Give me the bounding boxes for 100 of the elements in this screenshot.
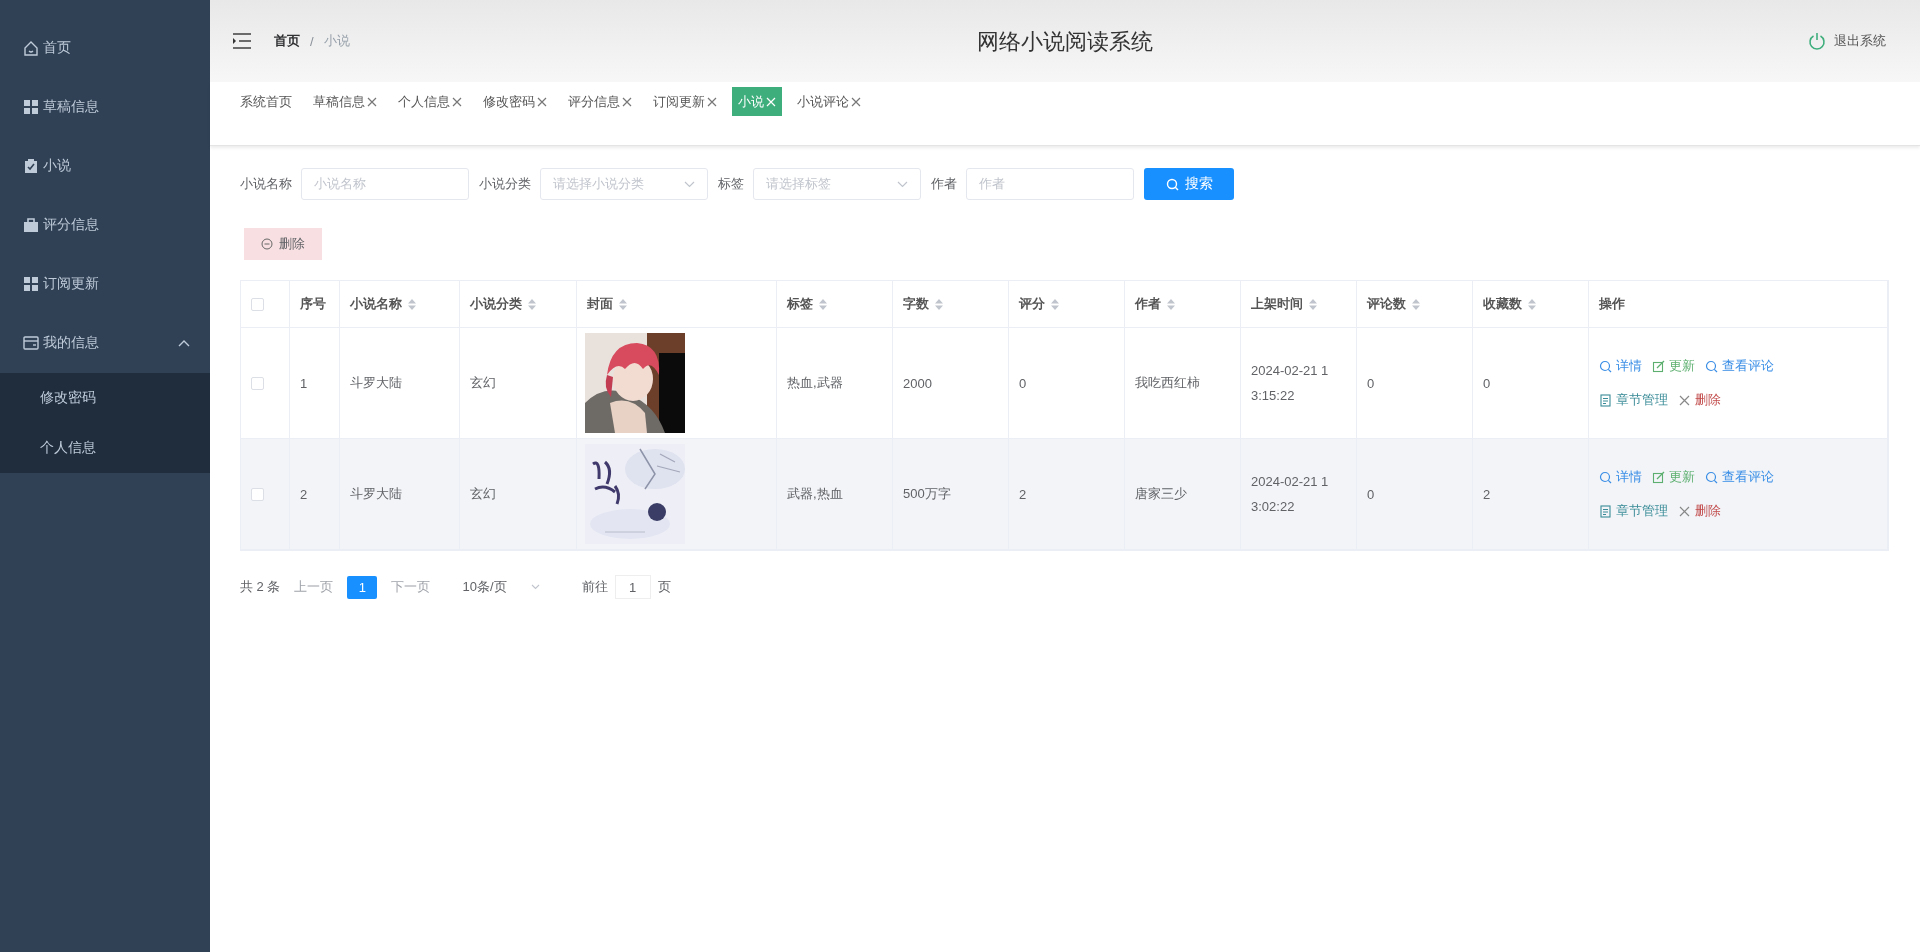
table-cell: 0 <box>1367 375 1375 391</box>
checkbox[interactable] <box>251 297 264 311</box>
total-count: 共 2 条 <box>240 578 281 596</box>
home-icon <box>23 40 39 56</box>
close-icon[interactable] <box>537 96 547 107</box>
action-link[interactable]: 删除 <box>1678 502 1721 520</box>
column-header[interactable]: 小说分类 <box>470 295 522 313</box>
search-icon <box>1705 470 1718 484</box>
table-cell-text: 2024-02-21 13:02:22 <box>1251 473 1330 516</box>
checkbox[interactable] <box>251 487 264 501</box>
column-header[interactable]: 小说名称 <box>350 295 402 313</box>
action-link[interactable]: 删除 <box>1678 391 1721 409</box>
page-size-select[interactable]: 10条/页 <box>456 573 546 601</box>
action-link[interactable]: 章节管理 <box>1599 391 1668 409</box>
table-cell: 斗罗大陆 <box>350 485 402 503</box>
page-input[interactable]: 1 <box>614 575 651 599</box>
sort-icon[interactable] <box>1167 298 1175 310</box>
table-cell: 2 <box>1483 486 1491 502</box>
tab[interactable]: 草稿信息 <box>307 87 383 116</box>
close-icon[interactable] <box>622 96 632 107</box>
table-cell: 1 <box>300 375 308 391</box>
column-header[interactable]: 收藏数 <box>1483 295 1522 313</box>
column-header[interactable]: 评论数 <box>1367 295 1406 313</box>
table-cell: 我吃西红柿 <box>1135 374 1200 392</box>
column-header[interactable]: 标签 <box>787 295 813 313</box>
sidebar-item[interactable]: 评分信息 <box>0 195 210 255</box>
search-icon <box>1599 359 1612 373</box>
column-header: 序号 <box>300 295 326 313</box>
table-cell: 玄幻 <box>470 374 496 392</box>
table-cell: 0 <box>1019 375 1027 391</box>
sidebar-subitem[interactable]: 个人信息 <box>0 423 210 473</box>
action-link[interactable]: 章节管理 <box>1599 502 1668 520</box>
chevron-icon <box>897 180 908 188</box>
column-header[interactable]: 封面 <box>587 295 613 313</box>
table-cell: 0 <box>1483 375 1491 391</box>
action-link[interactable]: 查看评论 <box>1705 357 1774 375</box>
table-row[interactable]: 1 斗罗大陆 玄幻 热血,武器 2000 0 我吃西红柿 2024-02-21 13:15:22 0 0 详情 更新 查看评论 章节管理 删除 <box>241 328 1888 439</box>
power-icon <box>1808 32 1826 50</box>
sidebar-item[interactable]: 我的信息 <box>0 313 210 373</box>
edit-icon <box>1652 470 1665 484</box>
sort-icon[interactable] <box>1051 298 1059 310</box>
tab[interactable]: 评分信息 <box>562 87 638 116</box>
table-cell: 500万字 <box>903 485 951 503</box>
filter-label: 小说名称 <box>240 175 292 193</box>
card-icon <box>23 335 39 351</box>
close-icon[interactable] <box>452 96 462 107</box>
sidebar-subitem[interactable]: 修改密码 <box>0 373 210 423</box>
sort-icon[interactable] <box>935 298 943 310</box>
briefcase-icon <box>23 217 39 233</box>
breadcrumb-item: 小说 <box>323 32 350 50</box>
search-icon <box>1599 470 1612 484</box>
page-suffix: 页 <box>657 578 671 596</box>
logout-button[interactable]: 退出系统 <box>1802 31 1892 51</box>
tab[interactable]: 系统首页 <box>234 87 298 116</box>
tab[interactable]: 订阅更新 <box>647 87 723 116</box>
filter-label: 作者 <box>931 175 957 193</box>
tab[interactable]: 个人信息 <box>392 87 468 116</box>
menu-icon[interactable] <box>232 33 252 49</box>
sort-icon[interactable] <box>408 298 416 310</box>
clipboard-check-icon <box>23 158 39 174</box>
minus-circle-icon <box>261 238 273 250</box>
goto-label: 前往 <box>581 578 608 596</box>
column-header[interactable]: 字数 <box>903 295 929 313</box>
sidebar-item[interactable]: 首页 <box>0 18 210 78</box>
checkbox[interactable] <box>251 376 264 390</box>
tab[interactable]: 修改密码 <box>477 87 553 116</box>
grid-icon <box>23 99 39 115</box>
sidebar-item[interactable]: 草稿信息 <box>0 77 210 137</box>
sidebar-item[interactable]: 小说 <box>0 136 210 196</box>
filter-label: 标签 <box>718 175 744 193</box>
breadcrumb-separator: / <box>310 33 314 49</box>
breadcrumb-item[interactable]: 首页 <box>274 32 300 50</box>
app-title: 网络小说阅读系统 <box>977 29 1153 54</box>
close-icon <box>1678 504 1691 518</box>
sidebar-item[interactable]: 订阅更新 <box>0 254 210 314</box>
table-cell: 唐家三少 <box>1135 485 1187 503</box>
sort-icon[interactable] <box>1309 298 1317 310</box>
delete-button[interactable]: 删除 <box>244 228 322 260</box>
table-cell: 0 <box>1367 486 1375 502</box>
sort-icon[interactable] <box>1412 298 1420 310</box>
filter-label: 小说分类 <box>479 175 531 193</box>
table-row[interactable]: 2 斗罗大陆 玄幻 武器,热血 500万字 2 唐家三少 2024-02-21 13:02:22 0 2 详情 更新 查看评论 章节管理 删除 <box>241 439 1888 550</box>
close-icon[interactable] <box>851 96 861 107</box>
sort-icon[interactable] <box>619 298 627 310</box>
table-cell-text: 2024-02-21 13:15:22 <box>1251 362 1330 405</box>
table-cell: 玄幻 <box>470 485 496 503</box>
sort-icon[interactable] <box>819 298 827 310</box>
column-header[interactable]: 评分 <box>1019 295 1045 313</box>
table-cell: 2000 <box>903 375 932 391</box>
sort-icon[interactable] <box>528 298 536 310</box>
column-header: 操作 <box>1599 295 1625 313</box>
tab[interactable]: 小说评论 <box>791 87 867 116</box>
grid-icon <box>23 276 39 292</box>
sort-icon[interactable] <box>1528 298 1536 310</box>
document-icon <box>1599 393 1612 407</box>
column-header[interactable]: 上架时间 <box>1251 295 1303 313</box>
column-header[interactable]: 作者 <box>1135 295 1161 313</box>
close-icon[interactable] <box>707 96 717 107</box>
action-link[interactable]: 详情 <box>1599 357 1642 375</box>
close-icon[interactable] <box>367 96 377 107</box>
